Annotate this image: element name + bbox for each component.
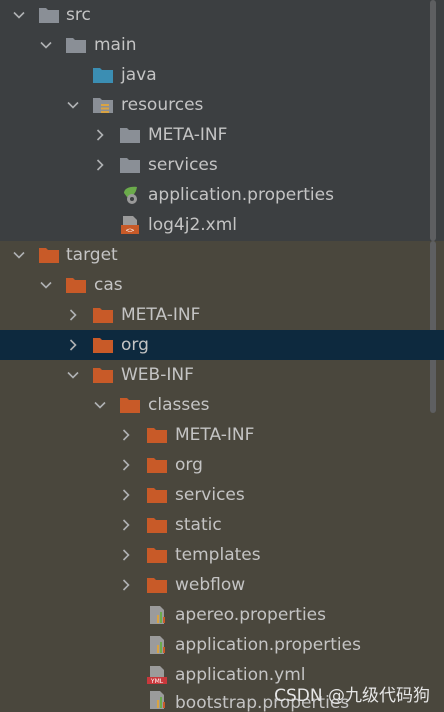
watermark: CSDN @九级代码狗 [274, 686, 430, 706]
tree-label-cls-services: services [175, 485, 245, 505]
tree-label-cls-application-properties: application.properties [175, 635, 361, 655]
chevron-down-icon[interactable] [39, 278, 53, 292]
chevron-right-icon[interactable] [93, 128, 107, 142]
tree-label-res-services: services [148, 155, 218, 175]
tree-row-src[interactable]: src [0, 0, 444, 30]
tree-row-res-services[interactable]: services [0, 150, 444, 180]
tree-row-res-application-properties[interactable]: application.properties [0, 180, 444, 210]
tree-label-cas: cas [94, 275, 123, 295]
excluded-folder-icon [146, 515, 168, 535]
tree-row-log4j2[interactable]: log4j2.xml [0, 210, 444, 240]
chevron-right-icon[interactable] [93, 158, 107, 172]
tree-row-classes[interactable]: classes [0, 390, 444, 420]
chevron-right-icon[interactable] [119, 578, 133, 592]
excluded-folder-icon [146, 425, 168, 445]
chevron-down-icon[interactable] [66, 368, 80, 382]
chevron-right-icon[interactable] [66, 308, 80, 322]
tree-label-log4j2: log4j2.xml [148, 215, 238, 235]
tree-label-cas-org: org [121, 335, 149, 355]
tree-label-cas-meta-inf: META-INF [121, 305, 201, 325]
tree-label-classes: classes [148, 395, 210, 415]
excluded-folder-icon [92, 365, 114, 385]
tree-row-main[interactable]: main [0, 30, 444, 60]
source-folder-icon [92, 65, 114, 85]
chevron-right-icon[interactable] [119, 428, 133, 442]
resources-folder-icon [92, 95, 114, 115]
tree-label-res-meta-inf: META-INF [148, 125, 228, 145]
tree-row-cls-webflow[interactable]: webflow [0, 570, 444, 600]
properties-file-icon [146, 635, 168, 655]
chevron-right-icon[interactable] [119, 548, 133, 562]
chevron-right-icon[interactable] [119, 488, 133, 502]
excluded-folder-icon [146, 575, 168, 595]
chevron-down-icon[interactable] [39, 38, 53, 52]
tree-row-cas-meta-inf[interactable]: META-INF [0, 300, 444, 330]
tree-label-cls-org: org [175, 455, 203, 475]
tree-row-cls-application-properties[interactable]: application.properties [0, 630, 444, 660]
excluded-folder-icon [146, 455, 168, 475]
tree-row-res-meta-inf[interactable]: META-INF [0, 120, 444, 150]
tree-row-cls-static[interactable]: static [0, 510, 444, 540]
tree-label-cls-static: static [175, 515, 222, 535]
excluded-folder-icon [119, 395, 141, 415]
folder-icon [38, 5, 60, 25]
chevron-down-icon[interactable] [12, 248, 26, 262]
chevron-down-icon[interactable] [12, 8, 26, 22]
tree-row-cls-org[interactable]: org [0, 450, 444, 480]
tree-label-web-inf: WEB-INF [121, 365, 194, 385]
tree-label-java: java [121, 65, 157, 85]
tree-row-cls-services[interactable]: services [0, 480, 444, 510]
tree-row-cas[interactable]: cas [0, 270, 444, 300]
tree-label-main: main [94, 35, 137, 55]
chevron-right-icon[interactable] [119, 518, 133, 532]
excluded-folder-icon [146, 545, 168, 565]
tree-label-cls-meta-inf: META-INF [175, 425, 255, 445]
properties-file-icon [146, 605, 168, 625]
tree-row-cls-templates[interactable]: templates [0, 540, 444, 570]
folder-icon [119, 155, 141, 175]
excluded-folder-icon [38, 245, 60, 265]
folder-icon [65, 35, 87, 55]
xml-file-icon [119, 215, 141, 235]
tree-label-apereo-properties: apereo.properties [175, 605, 326, 625]
tree-label-res-application-properties: application.properties [148, 185, 334, 205]
folder-icon [119, 125, 141, 145]
tree-label-target: target [66, 245, 118, 265]
excluded-folder-icon [92, 305, 114, 325]
chevron-right-icon[interactable] [66, 338, 80, 352]
tree-label-resources: resources [121, 95, 204, 115]
tree-row-cas-org[interactable]: org [0, 330, 444, 360]
excluded-folder-icon [92, 335, 114, 355]
excluded-folder-icon [146, 485, 168, 505]
chevron-down-icon[interactable] [93, 398, 107, 412]
chevron-down-icon[interactable] [66, 98, 80, 112]
tree-row-web-inf[interactable]: WEB-INF [0, 360, 444, 390]
tree-label-cls-templates: templates [175, 545, 261, 565]
tree-row-apereo-properties[interactable]: apereo.properties [0, 600, 444, 630]
tree-label-cls-webflow: webflow [175, 575, 246, 595]
yml-file-icon [146, 665, 168, 685]
tree-label-src: src [66, 5, 91, 25]
tree-row-resources[interactable]: resources [0, 90, 444, 120]
tree-row-cls-meta-inf[interactable]: META-INF [0, 420, 444, 450]
tree-row-target[interactable]: target [0, 240, 444, 270]
properties-file-icon [146, 690, 168, 710]
tree-row-java[interactable]: java [0, 60, 444, 90]
chevron-right-icon[interactable] [119, 458, 133, 472]
spring-properties-icon [119, 185, 141, 205]
excluded-folder-icon [65, 275, 87, 295]
